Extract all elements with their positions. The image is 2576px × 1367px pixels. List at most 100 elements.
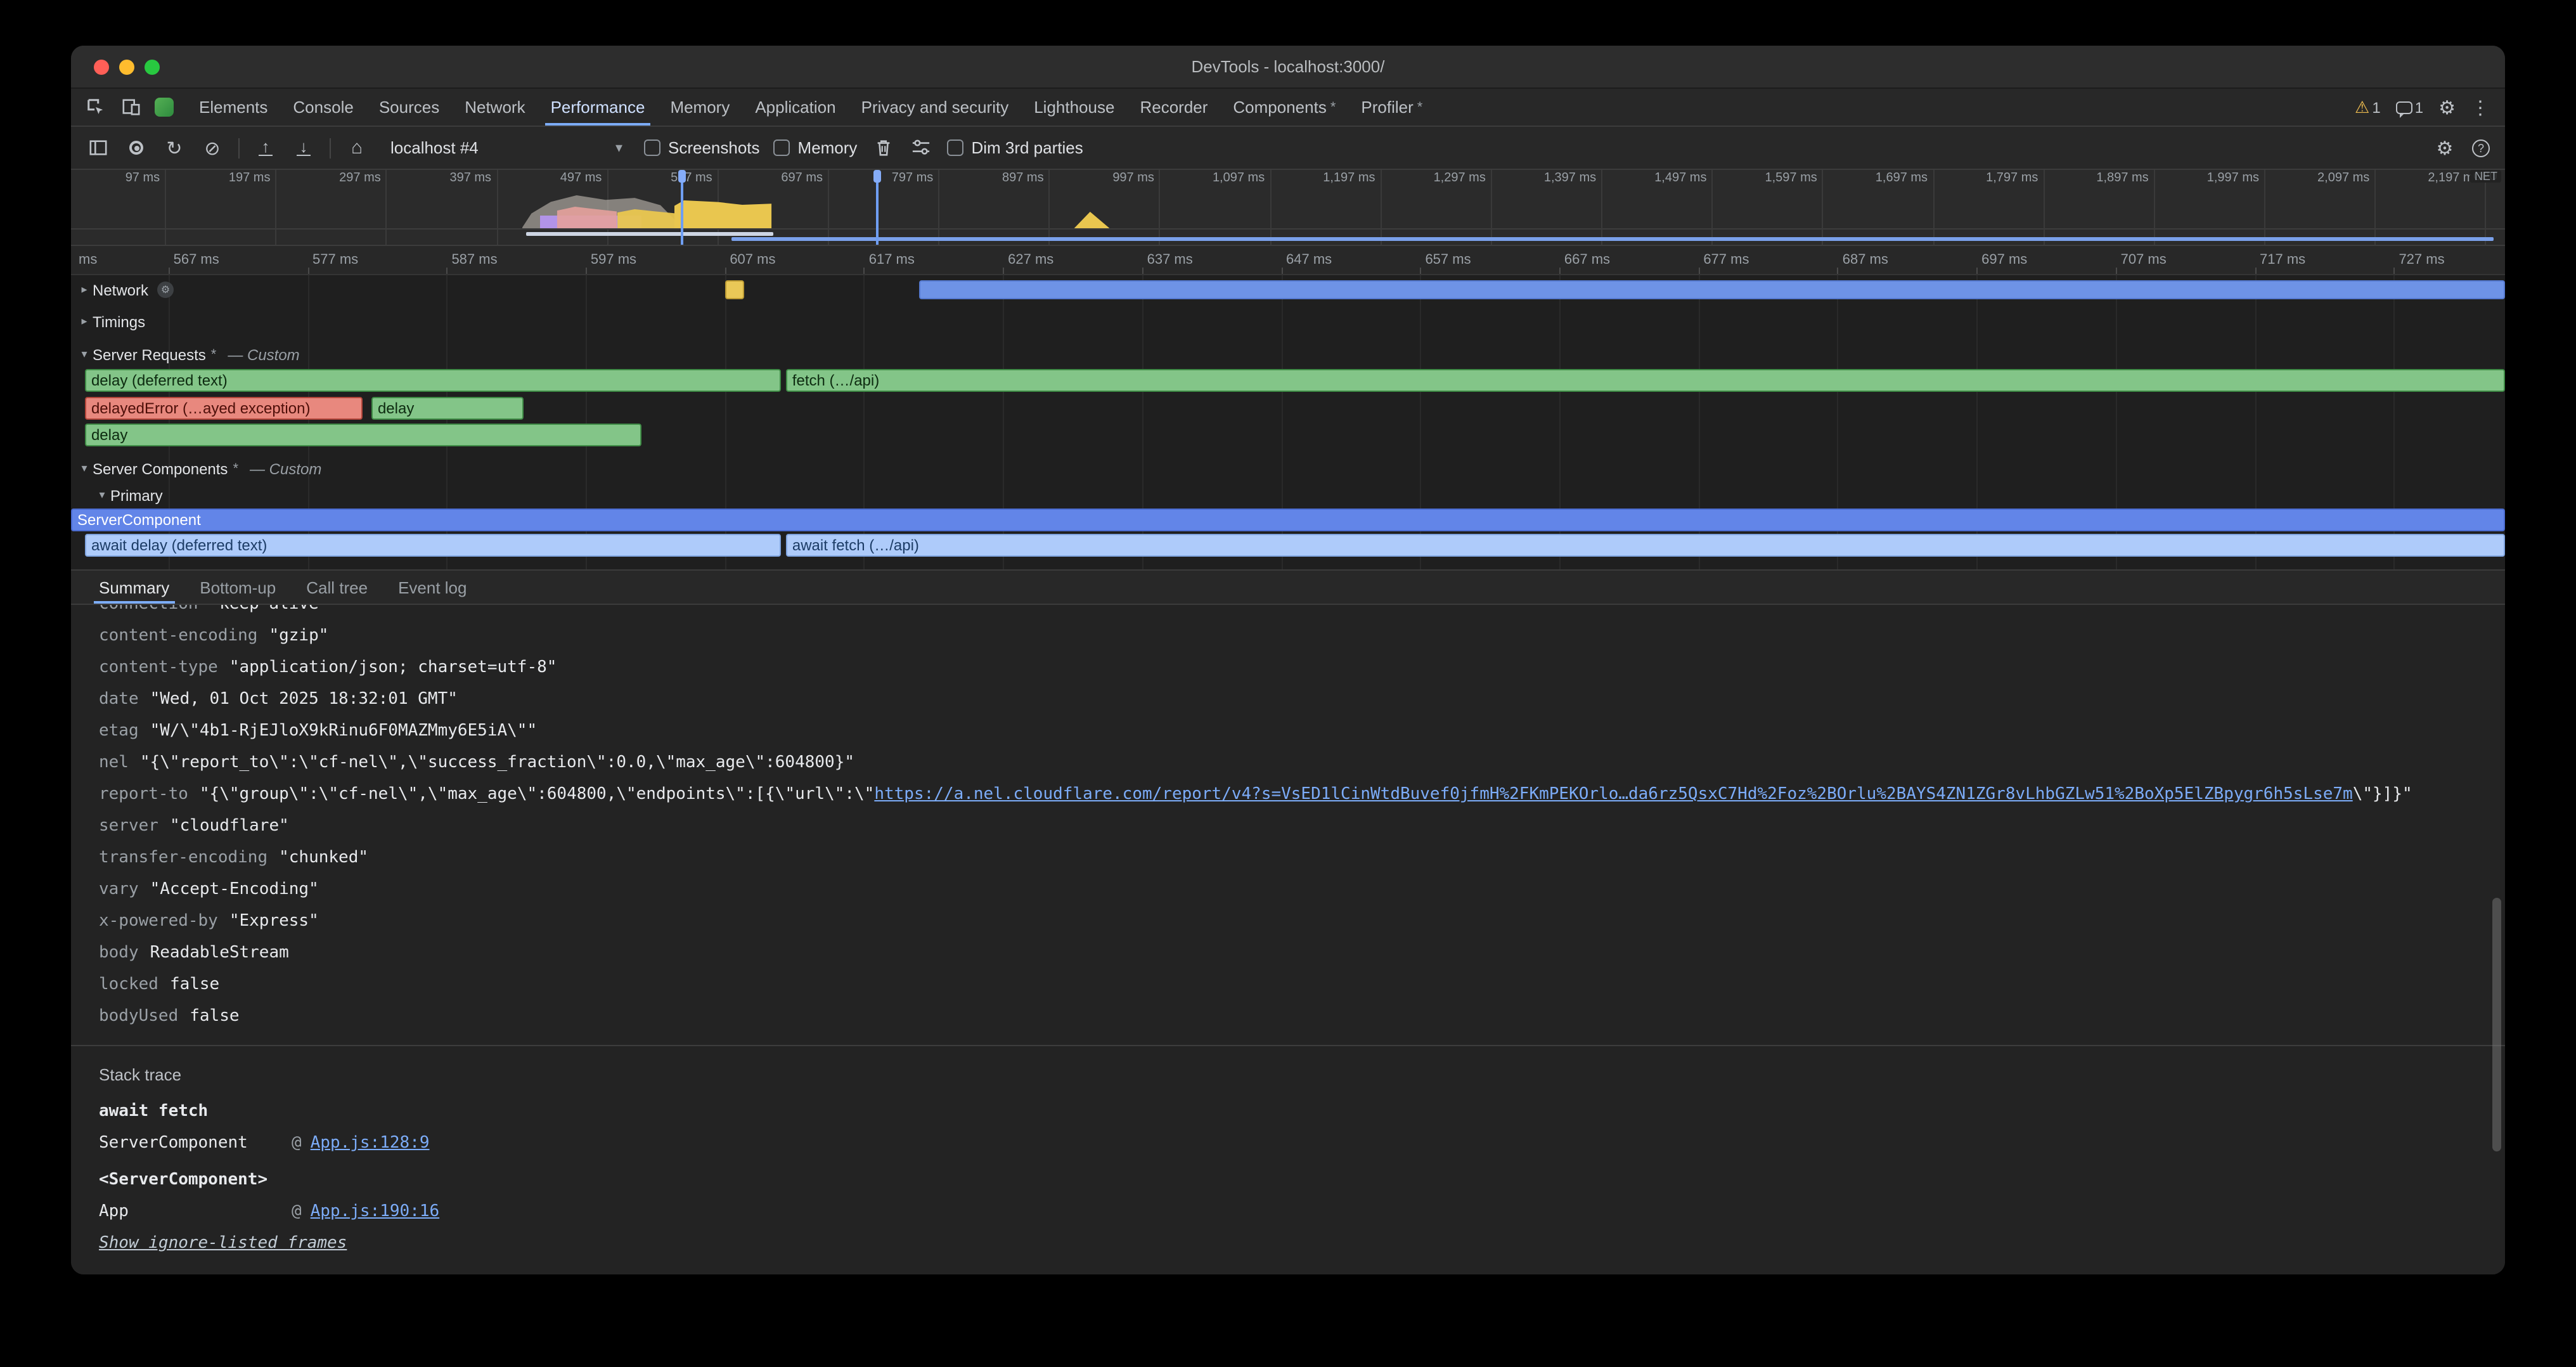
timeline-event-await-delay-deferred-text[interactable]: await delay (deferred text) — [85, 534, 780, 557]
overview-tick-label: 1,797 ms — [1964, 171, 2038, 185]
details-scrollbar[interactable] — [2492, 898, 2501, 1151]
tab-recorder[interactable]: Recorder — [1127, 89, 1220, 126]
detail-value: "application/json; charset=utf-8" — [229, 658, 557, 677]
detail-key: transfer-encoding — [99, 848, 267, 867]
detail-value: false — [170, 975, 219, 994]
memory-label: Memory — [798, 138, 858, 157]
tab-event-log[interactable]: Event log — [383, 571, 482, 604]
overview-tick-label: 97 ms — [86, 171, 160, 185]
track-header-network[interactable]: ▸Network⚙ — [71, 278, 2505, 302]
selection-handle-right[interactable] — [876, 170, 879, 245]
track-header-server-components[interactable]: ▾Server Components*— Custom — [71, 457, 2505, 481]
kebab-menu-icon[interactable]: ⋮ — [2471, 96, 2490, 119]
inspect-element-icon[interactable] — [84, 96, 106, 119]
close-window-button[interactable] — [94, 59, 109, 74]
zoom-window-button[interactable] — [145, 59, 160, 74]
overview-tick-label: 297 ms — [307, 171, 381, 185]
timeline-ruler[interactable]: ms 567 ms577 ms587 ms597 ms607 ms617 ms6… — [71, 246, 2505, 275]
tab-profiler[interactable]: Profiler* — [1348, 89, 1435, 126]
tab-network[interactable]: Network — [452, 89, 538, 126]
timeline-event-await-fetch-api[interactable]: await fetch (…/api) — [786, 534, 2505, 557]
ruler-tick-label: 707 ms — [2121, 246, 2167, 274]
timeline-event-delay[interactable]: delay — [371, 397, 523, 420]
timeline-event-servercomponent[interactable]: ServerComponent — [71, 509, 2505, 531]
selection-handle-left[interactable] — [681, 170, 683, 245]
traffic-lights — [94, 46, 160, 87]
track-header-server-requests[interactable]: ▾Server Requests*— Custom — [71, 342, 2505, 366]
timeline-event-fetch-api[interactable]: fetch (…/api) — [786, 369, 2505, 392]
dim-3rd-parties-label: Dim 3rd parties — [971, 138, 1083, 157]
console-messages[interactable]: 1 — [2396, 98, 2423, 116]
track-header-timings[interactable]: ▸Timings — [71, 309, 2505, 334]
overview-tick-label: 1,397 ms — [1523, 171, 1596, 185]
show-ignore-listed-frames-link[interactable]: Show ignore-listed frames — [99, 1234, 347, 1253]
screenshots-checkbox-group: Screenshots — [644, 138, 760, 157]
dim-3rd-parties-checkbox[interactable] — [947, 139, 963, 156]
detail-key: date — [99, 690, 139, 709]
extension-icon[interactable] — [155, 98, 174, 117]
record-button[interactable] — [124, 136, 148, 160]
load-profile-button[interactable]: ↑ — [254, 136, 278, 160]
capture-settings-tune-icon[interactable] — [909, 136, 933, 160]
ruler-tick-label: 697 ms — [1981, 246, 2027, 274]
tab-application[interactable]: Application — [742, 89, 848, 126]
timeline-event-yellow[interactable] — [724, 280, 744, 299]
save-profile-button[interactable]: ↓ — [292, 136, 316, 160]
overview-gridline — [1049, 170, 1050, 245]
toggle-sidebar-icon[interactable] — [86, 136, 110, 160]
tab-console[interactable]: Console — [280, 89, 366, 126]
track-config-icon[interactable]: ⚙ — [157, 282, 174, 298]
detail-key: connection — [99, 605, 198, 614]
cpu-scripting-main — [674, 200, 771, 228]
overview-gridline — [1381, 170, 1382, 245]
issues-warning[interactable]: ⚠ 1 — [2355, 97, 2381, 117]
performance-toolbar: ↻ ⊘ ↑ ↓ ⌂ localhost #4 ▾ Screenshots Mem… — [71, 127, 2505, 170]
tab-call-tree[interactable]: Call tree — [291, 571, 383, 604]
timeline-event-delay[interactable]: delay — [85, 424, 641, 446]
window-titlebar[interactable]: DevTools - localhost:3000/ — [71, 46, 2505, 89]
tab-lighthouse[interactable]: Lighthouse — [1021, 89, 1127, 126]
net-lane-label: NET — [2471, 170, 2501, 183]
track-bars-row: delay (deferred text) fetch (…/api) — [71, 369, 2505, 393]
tab-summary[interactable]: Summary — [84, 571, 184, 604]
timeline-tracks[interactable]: ▸Network⚙ ▸Timings ▾Server Requests*— Cust… — [71, 275, 2505, 569]
ruler-tick-label: 727 ms — [2399, 246, 2444, 274]
minimize-window-button[interactable] — [119, 59, 134, 74]
detail-row: bodyReadableStream — [99, 937, 2505, 969]
timeline-event-network[interactable] — [920, 280, 2505, 299]
tab-memory[interactable]: Memory — [657, 89, 742, 126]
devtools-window: DevTools - localhost:3000/ ElementsConso… — [71, 46, 2505, 1274]
ruler-tick-mark — [1838, 268, 1839, 274]
settings-gear-icon[interactable]: ⚙ — [2438, 96, 2456, 119]
tab-components[interactable]: Components* — [1220, 89, 1348, 126]
stack-frame-group-label: await fetch — [99, 1096, 2505, 1127]
screenshots-checkbox[interactable] — [644, 139, 660, 156]
overview-tick-label: 397 ms — [418, 171, 491, 185]
tab-performance[interactable]: Performance — [538, 89, 658, 126]
track-label: Primary — [110, 486, 163, 504]
memory-checkbox[interactable] — [774, 139, 790, 156]
cpu-scripting-block — [617, 209, 676, 228]
detail-row: transfer-encoding"chunked" — [99, 842, 2505, 874]
collect-garbage-icon[interactable] — [871, 136, 895, 160]
device-toolbar-icon[interactable] — [119, 96, 142, 119]
source-location-link[interactable]: App.js:190:16 — [311, 1196, 440, 1228]
report-to-url-link[interactable]: https://a.nel.cloudflare.com/report/v4?s… — [874, 785, 2352, 804]
timeline-overview[interactable]: CPU NET 97 ms197 ms297 ms397 ms497 ms597… — [71, 170, 2505, 246]
timeline-event-delayederror-ayed-exception[interactable]: delayedError (…ayed exception) — [85, 397, 363, 420]
help-icon[interactable]: ? — [2472, 139, 2490, 157]
tab-bottom-up[interactable]: Bottom-up — [184, 571, 291, 604]
ruler-tick-mark — [169, 268, 170, 274]
source-location-link[interactable]: App.js:128:9 — [311, 1127, 430, 1159]
timeline-event-delay-deferred-text[interactable]: delay (deferred text) — [85, 369, 780, 392]
panel-settings-gear-icon[interactable]: ⚙ — [2433, 136, 2457, 160]
record-and-reload-button[interactable]: ↻ — [162, 136, 186, 160]
history-dropdown[interactable]: localhost #4 ▾ — [383, 136, 630, 160]
clear-button[interactable]: ⊘ — [200, 136, 224, 160]
live-metrics-home-icon[interactable]: ⌂ — [345, 136, 369, 160]
stack-frames: await fetchServerComponent@App.js:128:9<… — [99, 1096, 2505, 1259]
tab-sources[interactable]: Sources — [366, 89, 452, 126]
track-group-primary[interactable]: ▾Primary — [71, 483, 2505, 507]
tab-privacy-and-security[interactable]: Privacy and security — [849, 89, 1022, 126]
tab-elements[interactable]: Elements — [186, 89, 280, 126]
